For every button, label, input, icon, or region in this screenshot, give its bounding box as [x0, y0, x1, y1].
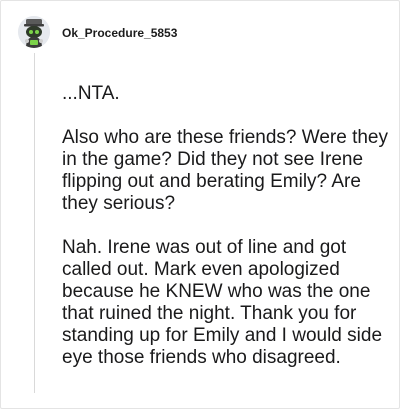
- comment-paragraph: Also who are these friends? Were they in…: [62, 127, 388, 214]
- snoo-avatar-icon: [18, 16, 50, 48]
- comment-body: ...NTA. Also who are these friends? Were…: [62, 83, 392, 369]
- comment-paragraph: ...NTA.: [62, 83, 120, 104]
- avatar[interactable]: [18, 16, 50, 48]
- username[interactable]: Ok_Procedure_5853: [62, 26, 177, 40]
- comment-paragraph: Nah. Irene was out of line and got calle…: [62, 237, 383, 368]
- comment-card: Ok_Procedure_5853 ...NTA. Also who are t…: [0, 0, 400, 409]
- thread-line[interactable]: [34, 53, 35, 393]
